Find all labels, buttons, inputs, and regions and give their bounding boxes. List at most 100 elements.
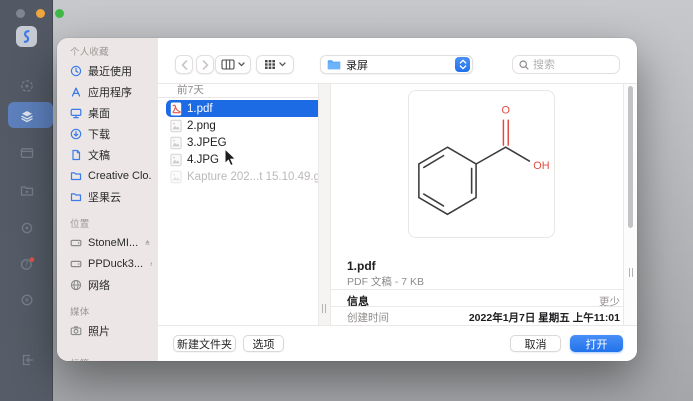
file-list-scrollbar-track[interactable] — [318, 84, 330, 325]
app-logo-icon[interactable] — [16, 26, 37, 47]
sidebar-item-label: 应用程序 — [88, 84, 132, 100]
sidebar-item-photos[interactable]: 照片 — [70, 320, 152, 341]
sidebar-item-applications[interactable]: 应用程序 — [70, 81, 152, 102]
download-icon — [70, 128, 82, 140]
image-file-icon — [170, 170, 182, 184]
media-card-icon[interactable] — [19, 145, 35, 161]
sidebar-item-recents[interactable]: 最近使用 — [70, 60, 152, 81]
mouse-cursor — [224, 148, 237, 167]
chevron-down-icon — [279, 62, 286, 67]
sidebar-section-media: 媒体 — [70, 304, 152, 318]
eject-icon[interactable] — [149, 259, 152, 268]
search-field[interactable] — [512, 55, 620, 74]
back-button[interactable] — [175, 55, 193, 74]
svg-text:¥: ¥ — [25, 297, 30, 305]
folder-icon — [70, 191, 82, 203]
layers-icon[interactable] — [19, 108, 35, 124]
popup-stepper-icon[interactable] — [455, 57, 470, 72]
sidebar-item-nutstore[interactable]: 坚果云 — [70, 186, 152, 207]
traffic-light-minimize[interactable] — [36, 9, 45, 18]
coin-icon[interactable]: ¥ — [19, 292, 35, 308]
sidebar-item-label: StoneMI... — [88, 237, 138, 249]
camera-icon — [70, 325, 82, 337]
sidebar-item-label: 下载 — [88, 126, 110, 142]
preview-scrollbar-thumb[interactable] — [628, 86, 633, 228]
dialog-main: 录屏 前7天 1.pdf 2.png 3.JPEG — [158, 38, 637, 361]
file-group-header: 前7天 — [158, 84, 330, 96]
pdf-file-icon — [170, 102, 182, 116]
file-row-3jpeg[interactable]: 3.JPEG — [166, 134, 322, 151]
sidebar-item-ppduck-disk[interactable]: PPDuck3... — [70, 253, 152, 274]
sidebar-item-label: 网络 — [88, 277, 110, 293]
file-group-divider — [158, 97, 330, 98]
column-resize-grip[interactable] — [320, 304, 327, 313]
lens-icon[interactable] — [19, 78, 35, 94]
image-file-icon — [170, 119, 182, 133]
eject-icon[interactable] — [144, 238, 152, 247]
search-icon — [519, 60, 529, 70]
folder-icon[interactable] — [19, 183, 35, 199]
sidebar-section-tags: 标签 — [70, 356, 152, 361]
desktop-icon — [70, 107, 82, 119]
preview-image-benzoic-acid: O OH — [409, 91, 554, 237]
sidebar-item-downloads[interactable]: 下载 — [70, 123, 152, 144]
document-icon — [70, 149, 82, 161]
grid-view-button[interactable] — [256, 55, 294, 74]
forward-icon — [202, 60, 209, 70]
new-folder-button[interactable]: 新建文件夹 — [173, 335, 236, 352]
sidebar-section-locations: 位置 — [70, 216, 152, 230]
preview-scrollbar-track[interactable] — [623, 84, 637, 325]
file-row-2png[interactable]: 2.png — [166, 117, 322, 134]
file-row-4jpg[interactable]: 4.JPG — [166, 151, 322, 168]
open-button[interactable]: 打开 — [570, 335, 623, 352]
nav-button-group — [175, 55, 214, 74]
preview-image-card: O OH — [408, 90, 555, 238]
back-icon — [181, 60, 188, 70]
column-resize-grip[interactable] — [627, 268, 634, 277]
sidebar-item-label: Creative Clo... — [88, 170, 152, 182]
file-name: 1.pdf — [187, 103, 213, 115]
sidebar-item-network[interactable]: 网络 — [70, 274, 152, 295]
clock-icon — [70, 65, 82, 77]
folder-select-label: 录屏 — [346, 57, 368, 73]
file-row-kapture-gif[interactable]: Kapture 202...t 15.10.49.gif — [166, 168, 322, 185]
sidebar-item-label: 最近使用 — [88, 63, 132, 79]
search-input[interactable] — [533, 59, 603, 71]
chevron-down-icon — [238, 62, 245, 67]
sidebar-item-creative-cloud[interactable]: Creative Clo... — [70, 165, 152, 186]
info-divider — [331, 289, 623, 290]
folder-icon — [70, 170, 82, 182]
folder-select-popup[interactable]: 录屏 — [320, 55, 473, 74]
columns-view-button[interactable] — [215, 55, 251, 74]
file-name: Kapture 202...t 15.10.49.gif — [187, 171, 322, 183]
image-file-icon — [170, 153, 182, 167]
globe-icon — [70, 279, 82, 291]
help-icon[interactable]: ? — [19, 256, 35, 272]
sidebar-item-label: 坚果云 — [88, 189, 121, 205]
options-button[interactable]: 选项 — [243, 335, 284, 352]
atom-label-oh: OH — [533, 160, 549, 172]
dialog-sidebar: 个人收藏 最近使用 应用程序 桌面 下载 文稿 Creative Clo... … — [57, 38, 158, 361]
exit-icon[interactable] — [19, 352, 35, 368]
cancel-button[interactable]: 取消 — [510, 335, 561, 352]
preview-file-meta: PDF 文稿 - 7 KB — [347, 274, 424, 289]
traffic-light-close[interactable] — [16, 9, 25, 18]
created-value: 2022年1月7日 星期五 上午11:01 — [469, 310, 620, 325]
forward-button[interactable] — [196, 55, 214, 74]
sidebar-item-stoneml-disk[interactable]: StoneMI... — [70, 232, 152, 253]
file-list: 前7天 1.pdf 2.png 3.JPEG 4.JPG Kapture 202… — [158, 84, 330, 325]
app-rail: ? ¥ — [0, 0, 53, 401]
sidebar-item-label: 文稿 — [88, 147, 110, 163]
traffic-light-zoom[interactable] — [55, 9, 64, 18]
drive-icon — [70, 237, 82, 249]
sidebar-item-desktop[interactable]: 桌面 — [70, 102, 152, 123]
info-divider — [331, 306, 623, 307]
grid-view-icon — [264, 59, 276, 70]
created-label: 创建时间 — [347, 310, 389, 325]
sidebar-item-documents[interactable]: 文稿 — [70, 144, 152, 165]
dialog-footer: 新建文件夹 选项 取消 打开 — [158, 325, 637, 361]
sidebar-section-favorites: 个人收藏 — [70, 44, 152, 58]
file-row-1pdf[interactable]: 1.pdf — [166, 100, 322, 117]
sidebar-item-label: 桌面 — [88, 105, 110, 121]
gear-icon[interactable] — [19, 220, 35, 236]
